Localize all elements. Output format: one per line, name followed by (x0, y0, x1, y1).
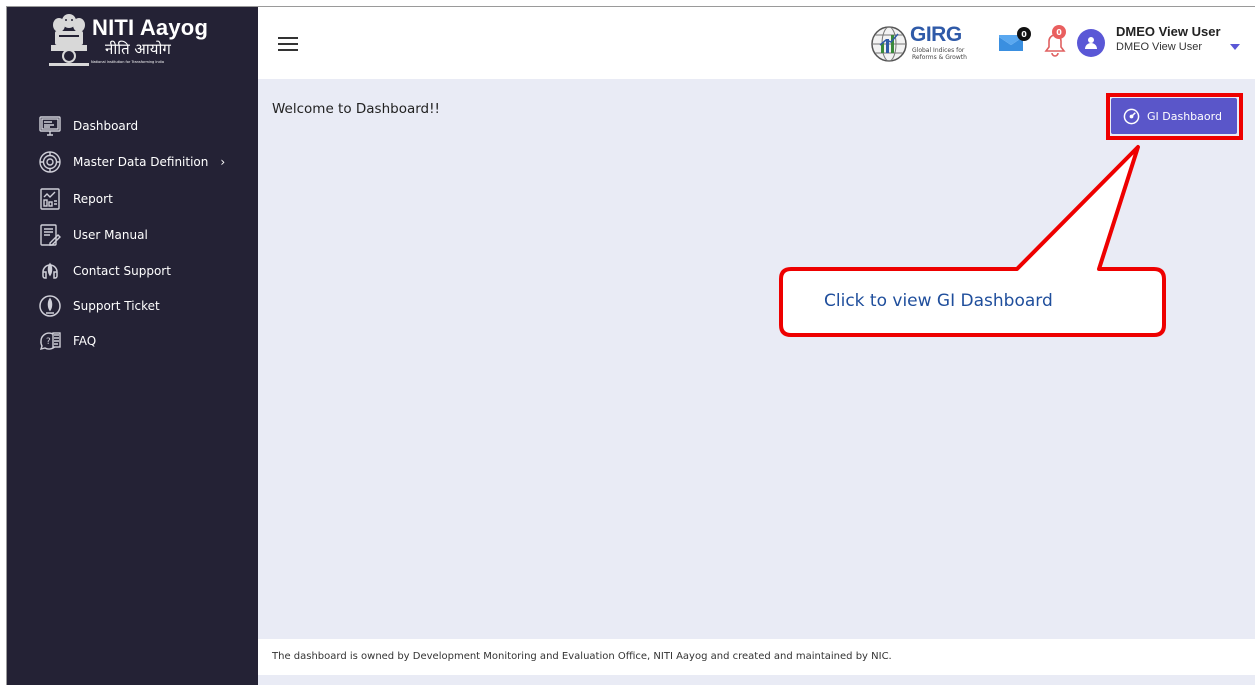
svg-text:?: ? (46, 337, 51, 347)
girg-subtitle: Reforms & Growth (912, 54, 967, 61)
ticket-icon (37, 293, 63, 319)
girg-logo[interactable]: GIRG Global Indices for Reforms & Growth (870, 23, 980, 67)
user-role: DMEO View User (1116, 41, 1202, 53)
notifications-count-badge: 0 (1052, 25, 1066, 39)
support-icon (37, 258, 63, 284)
footer: The dashboard is owned by Development Mo… (258, 639, 1255, 675)
sidebar: NITI Aayog नीति आयोग National Institutio… (7, 7, 258, 685)
brand-hindi-title: नीति आयोग (105, 40, 171, 58)
avatar[interactable] (1077, 29, 1105, 57)
brand-title: NITI Aayog (92, 15, 209, 40)
sidebar-item-label: Support Ticket (73, 299, 160, 313)
sidebar-item-contact-support[interactable]: Contact Support (37, 258, 252, 284)
sidebar-item-label: Contact Support (73, 264, 171, 278)
sidebar-item-dashboard[interactable]: Dashboard (37, 113, 252, 139)
menu-toggle-icon[interactable] (278, 37, 298, 51)
niti-aayog-logo[interactable]: NITI Aayog नीति आयोग National Institutio… (7, 7, 258, 79)
caret-down-icon[interactable] (1230, 44, 1240, 50)
sidebar-item-label: FAQ (73, 334, 97, 348)
messages-button[interactable]: 0 (998, 27, 1038, 57)
annotation-highlight-box (1106, 93, 1243, 140)
app-window: NITI Aayog नीति आयोग National Institutio… (6, 6, 1255, 685)
sidebar-item-label: Report (73, 192, 113, 206)
brand-tagline: National Institution for Transforming In… (91, 60, 164, 64)
messages-count-badge: 0 (1017, 27, 1031, 41)
sidebar-item-label: User Manual (73, 228, 148, 242)
footer-text: The dashboard is owned by Development Mo… (272, 651, 892, 662)
sidebar-item-support-ticket[interactable]: Support Ticket (37, 293, 252, 319)
sidebar-item-master-data-definition[interactable]: Master Data Definition › (37, 149, 252, 175)
globe-icon (871, 26, 907, 62)
sidebar-item-report[interactable]: Report (37, 186, 252, 212)
monitor-icon (37, 113, 63, 139)
sidebar-item-user-manual[interactable]: User Manual (37, 222, 252, 248)
report-icon (37, 186, 63, 212)
notifications-button[interactable]: 0 (1042, 25, 1072, 59)
manual-icon (37, 222, 63, 248)
national-emblem-icon (49, 14, 89, 66)
girg-subtitle: Global Indices for (912, 47, 965, 54)
settings-icon (37, 149, 63, 175)
annotation-callout (779, 145, 1166, 337)
faq-icon: ? (37, 328, 63, 354)
page-title: Welcome to Dashboard!! (272, 101, 440, 117)
main-content: Welcome to Dashboard!! GI Dashbaord Clic… (258, 79, 1255, 685)
sidebar-item-label: Master Data Definition (73, 155, 209, 169)
sidebar-item-faq[interactable]: ? FAQ (37, 328, 252, 354)
chevron-right-icon: › (220, 155, 226, 169)
annotation-callout-text: Click to view GI Dashboard (824, 291, 1053, 311)
user-name[interactable]: DMEO View User (1116, 24, 1221, 39)
sidebar-item-label: Dashboard (73, 119, 139, 133)
top-header: GIRG Global Indices for Reforms & Growth… (258, 7, 1255, 79)
user-icon (1085, 37, 1097, 49)
girg-title: GIRG (910, 23, 962, 46)
